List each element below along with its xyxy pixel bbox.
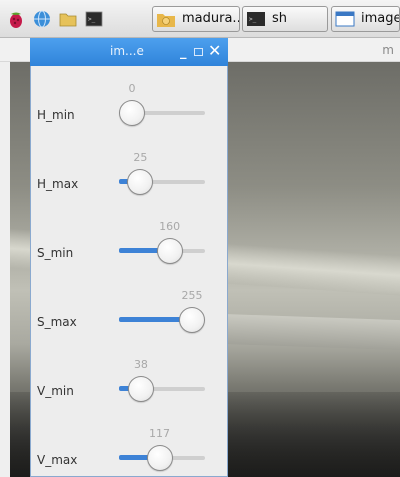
trackbar-row-v-min: V_min 38 [31,358,227,428]
trackbar-slider[interactable] [119,100,205,126]
window-icon [335,11,355,27]
trackbar-slider[interactable] [119,445,205,471]
trackbar-label: H_min [37,108,75,122]
trackbar-value: 25 [133,151,148,164]
terminal-icon[interactable]: >_ [84,9,104,29]
trackbar-window-title: im...e [110,44,144,58]
maximize-button[interactable] [194,48,203,56]
taskbar: >_ madura... >_ sh image [0,0,400,38]
trackbar-label: H_max [37,177,79,191]
trackbar-label: S_max [37,315,77,329]
slider-knob[interactable] [119,100,145,126]
trackbar-slider[interactable] [119,238,205,264]
trackbar-row-s-max: S_max 255 [31,289,227,359]
trackbar-row-s-min: S_min 160 [31,220,227,290]
window-border [0,62,10,477]
trackbar-slider[interactable] [119,307,205,333]
raspberry-menu-icon[interactable] [6,9,26,29]
user-home-folder-icon [157,14,175,27]
trackbar-row-v-max: V_max 117 [31,427,227,477]
trackbar-row-h-min: H_min 0 [31,82,227,152]
taskbar-button-label: sh [272,11,288,26]
trackbar-window-titlebar[interactable]: im...e _ ✕ [30,38,228,66]
slider-knob[interactable] [127,169,154,195]
image-window-title: m [382,43,394,57]
trackbar-slider[interactable] [119,169,205,195]
taskbar-button-madura[interactable]: madura... [152,6,240,32]
minimize-button[interactable]: _ [180,45,187,60]
svg-text:>_: >_ [88,16,96,23]
taskbar-button-sh[interactable]: >_ sh [242,6,328,32]
trackbar-value: 38 [133,358,148,371]
trackbar-value: 117 [149,427,171,440]
file-manager-icon[interactable] [58,9,78,29]
trackbar-window: im...e _ ✕ H_min 0 H_max 25 S_min 160 S_max 255… [30,38,228,477]
slider-knob[interactable] [156,238,183,264]
camera-object [220,313,400,351]
close-button[interactable]: ✕ [208,41,221,60]
terminal-icon: >_ [247,12,265,26]
trackbar-value: 160 [159,220,181,233]
slider-knob[interactable] [179,307,205,333]
trackbar-label: V_min [37,384,74,398]
trackbar-value: 255 [181,289,203,302]
trackbar-label: S_min [37,246,74,260]
web-browser-icon[interactable] [32,9,52,29]
trackbar-label: V_max [37,453,78,467]
taskbar-button-label: image [361,11,400,26]
taskbar-button-label: madura... [182,11,240,26]
slider-knob[interactable] [146,445,173,471]
slider-knob[interactable] [127,376,154,402]
taskbar-button-image[interactable]: image [331,6,400,32]
svg-text:>_: >_ [249,16,257,23]
trackbar-slider[interactable] [119,376,205,402]
trackbar-row-h-max: H_max 25 [31,151,227,221]
trackbar-value: 0 [128,82,136,95]
